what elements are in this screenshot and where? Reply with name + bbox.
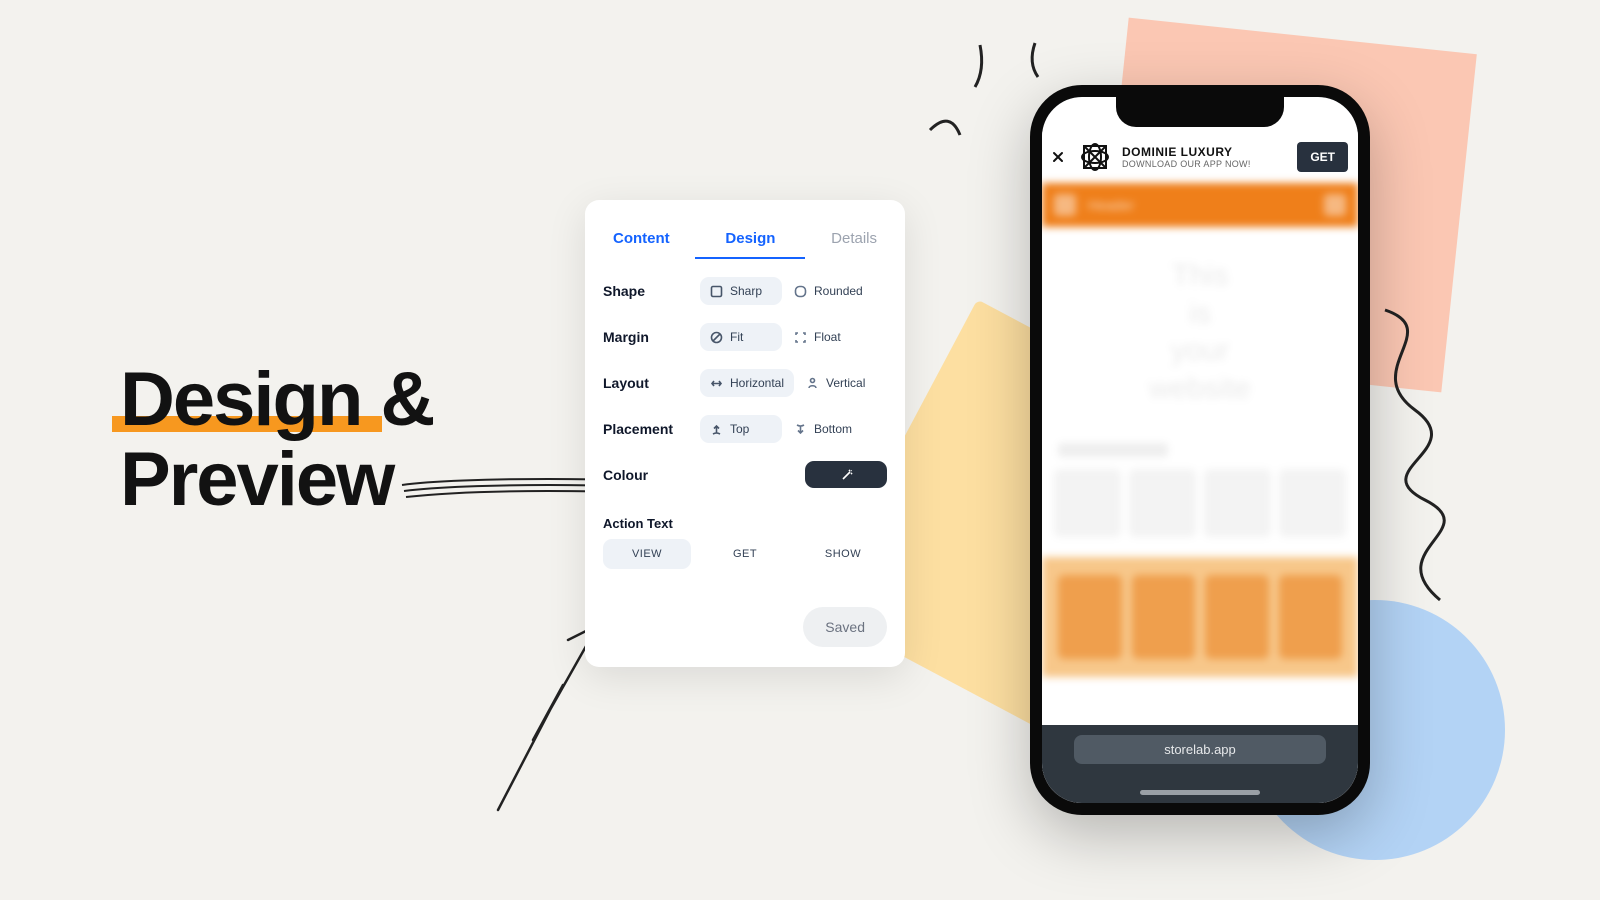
rounded-square-icon (794, 285, 807, 298)
float-icon (794, 331, 807, 344)
banner-close-button[interactable] (1048, 147, 1068, 167)
row-shape: Shape Sharp Rounded (603, 277, 887, 305)
square-icon (710, 285, 723, 298)
site-header: Header (1042, 183, 1358, 227)
site-tile (1279, 575, 1343, 659)
brand-logo-icon (1076, 138, 1114, 176)
option-layout-vertical-text: Vertical (826, 376, 865, 390)
site-tile (1058, 575, 1122, 659)
tab-design[interactable]: Design (719, 222, 781, 259)
option-margin-fit[interactable]: Fit (700, 323, 782, 351)
row-margin: Margin Fit Float (603, 323, 887, 351)
phone-frame: DOMINIE LUXURY DOWNLOAD OUR APP NOW! GET… (1030, 85, 1370, 815)
label-shape: Shape (603, 283, 698, 299)
site-card (1279, 469, 1346, 537)
action-text-get[interactable]: GET (701, 539, 789, 569)
action-text-show[interactable]: SHOW (799, 539, 887, 569)
row-layout: Layout Horizontal Vertical (603, 369, 887, 397)
label-action-text: Action Text (603, 516, 887, 531)
site-cart-icon (1324, 194, 1346, 216)
banner-cta-button[interactable]: GET (1297, 142, 1348, 172)
tab-details[interactable]: Details (825, 222, 883, 259)
label-placement: Placement (603, 421, 698, 437)
vertical-icon (806, 377, 819, 390)
panel-tabs: Content Design Details (603, 216, 887, 259)
site-bottom-strip (1042, 557, 1358, 677)
site-preview-blurred: Header This is your website (1042, 183, 1358, 803)
close-icon (1052, 151, 1064, 163)
row-placement: Placement Top Bottom (603, 415, 887, 443)
colour-picker-button[interactable] (805, 461, 887, 488)
site-hero-line-2: is (1189, 295, 1211, 333)
row-colour: Colour (603, 461, 887, 488)
tab-content[interactable]: Content (607, 222, 676, 259)
option-margin-fit-text: Fit (730, 330, 743, 344)
option-shape-rounded[interactable]: Rounded (784, 277, 873, 305)
design-panel: Content Design Details Shape Sharp Round… (585, 200, 905, 667)
phone-notch (1116, 97, 1284, 127)
banner-text: DOMINIE LUXURY DOWNLOAD OUR APP NOW! (1122, 145, 1289, 169)
option-shape-sharp-text: Sharp (730, 284, 762, 298)
fit-icon (710, 331, 723, 344)
site-card (1129, 469, 1196, 537)
option-placement-top[interactable]: Top (700, 415, 782, 443)
site-card (1054, 469, 1121, 537)
phone-screen: DOMINIE LUXURY DOWNLOAD OUR APP NOW! GET… (1042, 97, 1358, 803)
option-margin-float[interactable]: Float (784, 323, 866, 351)
option-layout-horizontal-text: Horizontal (730, 376, 784, 390)
browser-chrome: storelab.app (1042, 725, 1358, 803)
horizontal-icon (710, 377, 723, 390)
site-hero-line-3: your (1171, 332, 1229, 370)
smart-app-banner: DOMINIE LUXURY DOWNLOAD OUR APP NOW! GET (1042, 131, 1358, 183)
site-card (1204, 469, 1271, 537)
site-section-label (1058, 443, 1168, 457)
site-tile (1132, 575, 1196, 659)
option-layout-horizontal[interactable]: Horizontal (700, 369, 794, 397)
option-shape-sharp[interactable]: Sharp (700, 277, 782, 305)
option-layout-vertical[interactable]: Vertical (796, 369, 878, 397)
option-shape-rounded-text: Rounded (814, 284, 863, 298)
site-hero-line-1: This (1172, 257, 1229, 295)
canvas: Design & Preview Content Design Details … (0, 0, 1600, 900)
label-margin: Margin (603, 329, 698, 345)
headline-line-1: Design & (120, 360, 433, 440)
option-placement-bottom-text: Bottom (814, 422, 852, 436)
site-product-grid (1042, 463, 1358, 543)
home-indicator (1140, 790, 1260, 795)
site-menu-icon (1054, 194, 1076, 216)
action-text-view[interactable]: VIEW (603, 539, 691, 569)
magic-wand-icon (840, 468, 853, 481)
option-placement-bottom[interactable]: Bottom (784, 415, 866, 443)
banner-title: DOMINIE LUXURY (1122, 145, 1289, 159)
option-placement-top-text: Top (730, 422, 749, 436)
label-layout: Layout (603, 375, 698, 391)
site-tile (1205, 575, 1269, 659)
site-hero: This is your website (1042, 227, 1358, 437)
url-bar[interactable]: storelab.app (1074, 735, 1326, 764)
label-colour: Colour (603, 467, 698, 483)
action-text-options: VIEW GET SHOW (603, 539, 887, 569)
headline-line-2: Preview (120, 440, 393, 520)
option-margin-float-text: Float (814, 330, 841, 344)
site-header-text: Header (1088, 197, 1312, 213)
arrow-down-icon (794, 423, 807, 436)
arrow-up-icon (710, 423, 723, 436)
saved-button: Saved (803, 607, 887, 647)
site-hero-line-4: website (1149, 370, 1251, 408)
banner-subtitle: DOWNLOAD OUR APP NOW! (1122, 159, 1289, 169)
